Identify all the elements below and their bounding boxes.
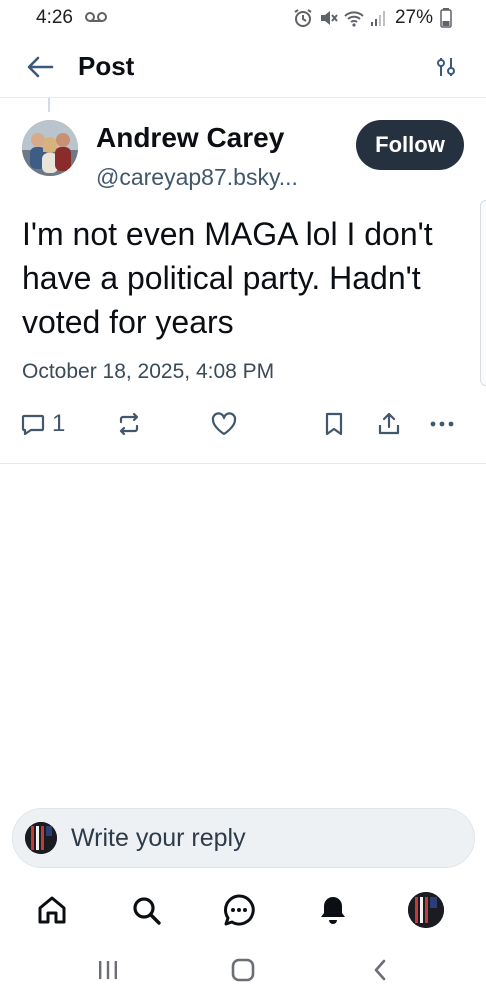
system-nav-bar	[0, 940, 486, 1000]
repost-button[interactable]	[116, 404, 142, 444]
status-bar: 4:26 27%	[0, 0, 486, 36]
post: Andrew Carey @careyap87.bsky... Follow I…	[0, 112, 486, 464]
follow-button[interactable]: Follow	[356, 120, 464, 170]
bookmark-button[interactable]	[322, 404, 346, 444]
profile-avatar-image	[408, 892, 444, 928]
reply-placeholder: Write your reply	[71, 823, 246, 852]
author-name[interactable]: Andrew Carey	[96, 122, 284, 154]
reply-button[interactable]: 1	[20, 404, 65, 444]
mute-icon	[320, 11, 338, 25]
post-text: I'm not even MAGA lol I don't have a pol…	[22, 216, 433, 340]
home-button-icon[interactable]	[223, 950, 263, 990]
status-time: 4:26	[36, 7, 73, 28]
heart-icon	[211, 412, 237, 436]
home-icon[interactable]	[30, 888, 74, 932]
bookmark-icon	[325, 412, 343, 436]
signal-icon	[370, 11, 385, 26]
share-icon	[378, 412, 400, 435]
back-icon[interactable]	[360, 950, 400, 990]
author-avatar[interactable]	[22, 120, 78, 176]
back-arrow-icon[interactable]	[24, 51, 56, 83]
repost-icon	[119, 412, 139, 436]
profile-avatar[interactable]	[404, 888, 448, 932]
reply-icon	[21, 414, 45, 436]
page-header: Post	[0, 36, 486, 98]
like-button[interactable]	[210, 404, 238, 444]
sliders-icon[interactable]	[430, 51, 462, 83]
reply-count: 1	[52, 410, 66, 437]
share-button[interactable]	[376, 404, 402, 444]
alarm-icon	[294, 9, 312, 27]
author-handle[interactable]: @careyap87.bsky...	[96, 164, 298, 191]
chat-icon[interactable]	[217, 888, 261, 932]
status-icons	[293, 8, 388, 28]
battery-percent: 27%	[394, 7, 433, 28]
battery-icon	[440, 8, 452, 28]
page-title: Post	[78, 51, 135, 81]
recents-icon[interactable]	[88, 950, 128, 990]
status-right: 27%	[293, 7, 452, 29]
bottom-tab-bar	[0, 880, 486, 940]
scroll-handle[interactable]	[480, 200, 486, 386]
bell-icon[interactable]	[311, 888, 355, 932]
reply-composer[interactable]: Write your reply	[12, 808, 475, 868]
status-left: 4:26	[36, 7, 107, 29]
wifi-icon	[344, 11, 364, 27]
thread-connector	[48, 98, 50, 112]
post-date: October 18, 2025, 4:08 PM	[22, 360, 275, 383]
post-actions: 1	[0, 404, 486, 444]
more-icon	[430, 421, 454, 427]
voicemail-icon	[84, 7, 107, 29]
user-avatar	[25, 822, 57, 854]
search-icon[interactable]	[124, 888, 168, 932]
more-button[interactable]	[428, 404, 456, 444]
